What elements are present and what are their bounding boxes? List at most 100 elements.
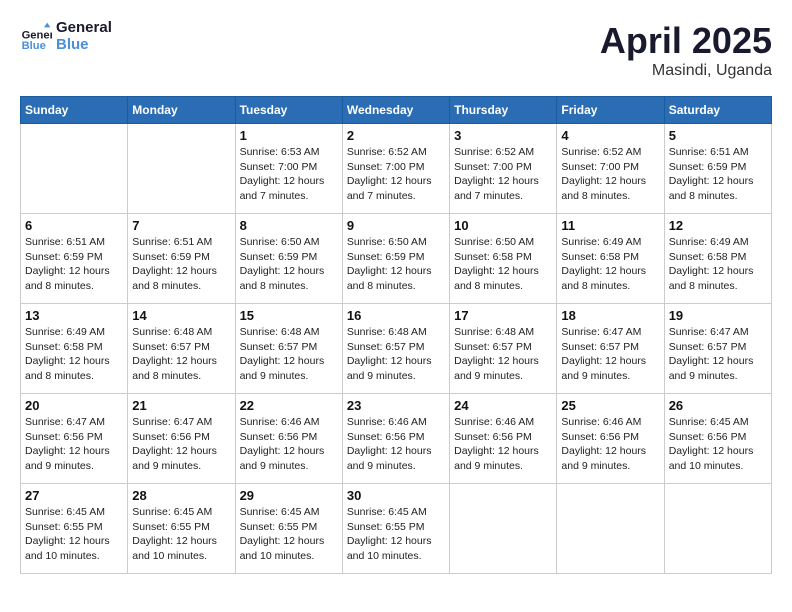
day-info: Sunrise: 6:48 AMSunset: 6:57 PMDaylight:… xyxy=(132,325,230,384)
weekday-header: Monday xyxy=(128,97,235,124)
calendar-cell xyxy=(664,484,771,574)
day-number: 6 xyxy=(25,218,123,233)
day-number: 24 xyxy=(454,398,552,413)
day-number: 2 xyxy=(347,128,445,143)
day-info: Sunrise: 6:46 AMSunset: 6:56 PMDaylight:… xyxy=(240,415,338,474)
day-info: Sunrise: 6:47 AMSunset: 6:56 PMDaylight:… xyxy=(132,415,230,474)
location: Masindi, Uganda xyxy=(600,62,772,80)
day-number: 30 xyxy=(347,488,445,503)
calendar-cell xyxy=(557,484,664,574)
week-row: 27 Sunrise: 6:45 AMSunset: 6:55 PMDayligh… xyxy=(21,484,772,574)
calendar-header: SundayMondayTuesdayWednesdayThursdayFrid… xyxy=(21,97,772,124)
title-block: April 2025 Masindi, Uganda xyxy=(600,20,772,80)
day-info: Sunrise: 6:47 AMSunset: 6:57 PMDaylight:… xyxy=(669,325,767,384)
day-number: 17 xyxy=(454,308,552,323)
day-info: Sunrise: 6:45 AMSunset: 6:55 PMDaylight:… xyxy=(132,505,230,564)
calendar-cell: 9 Sunrise: 6:50 AMSunset: 6:59 PMDaylight… xyxy=(342,214,449,304)
logo: General Blue General Blue xyxy=(20,20,112,53)
calendar-cell: 22Sunrise: 6:46 AMSunset: 6:56 PMDayligh… xyxy=(235,394,342,484)
calendar-cell: 15 Sunrise: 6:48 AMSunset: 6:57 PMDayligh… xyxy=(235,304,342,394)
calendar-cell: 18 Sunrise: 6:47 AMSunset: 6:57 PMDayligh… xyxy=(557,304,664,394)
day-info: Sunrise: 6:51 AMSunset: 6:59 PMDaylight:… xyxy=(669,145,767,204)
logo-blue: Blue xyxy=(56,37,112,54)
day-number: 10 xyxy=(454,218,552,233)
calendar-cell: 28 Sunrise: 6:45 AMSunset: 6:55 PMDayligh… xyxy=(128,484,235,574)
day-number: 13 xyxy=(25,308,123,323)
calendar-cell: 4 Sunrise: 6:52 AMSunset: 7:00 PMDaylight… xyxy=(557,124,664,214)
logo-general: General xyxy=(56,20,112,37)
day-number: 4 xyxy=(561,128,659,143)
calendar-cell: 21 Sunrise: 6:47 AMSunset: 6:56 PMDayligh… xyxy=(128,394,235,484)
day-info: Sunrise: 6:50 AMSunset: 6:59 PMDaylight:… xyxy=(347,235,445,294)
day-number: 9 xyxy=(347,218,445,233)
day-number: 21 xyxy=(132,398,230,413)
day-number: 19 xyxy=(669,308,767,323)
day-number: 25 xyxy=(561,398,659,413)
day-number: 26 xyxy=(669,398,767,413)
calendar-cell: 1 Sunrise: 6:53 AMSunset: 7:00 PMDaylight… xyxy=(235,124,342,214)
calendar-cell: 2 Sunrise: 6:52 AMSunset: 7:00 PMDaylight… xyxy=(342,124,449,214)
calendar-cell: 19 Sunrise: 6:47 AMSunset: 6:57 PMDayligh… xyxy=(664,304,771,394)
day-number: 11 xyxy=(561,218,659,233)
weekday-header: Friday xyxy=(557,97,664,124)
day-info: Sunrise: 6:48 AMSunset: 6:57 PMDaylight:… xyxy=(347,325,445,384)
day-number: 1 xyxy=(240,128,338,143)
day-info: Sunrise: 6:49 AMSunset: 6:58 PMDaylight:… xyxy=(669,235,767,294)
day-number: 27 xyxy=(25,488,123,503)
week-row: 1 Sunrise: 6:53 AMSunset: 7:00 PMDaylight… xyxy=(21,124,772,214)
day-info: Sunrise: 6:47 AMSunset: 6:56 PMDaylight:… xyxy=(25,415,123,474)
day-number: 29 xyxy=(240,488,338,503)
day-info: Sunrise: 6:47 AMSunset: 6:57 PMDaylight:… xyxy=(561,325,659,384)
calendar-cell: 7 Sunrise: 6:51 AMSunset: 6:59 PMDaylight… xyxy=(128,214,235,304)
calendar-cell: 30 Sunrise: 6:45 AMSunset: 6:55 PMDayligh… xyxy=(342,484,449,574)
day-number: 15 xyxy=(240,308,338,323)
day-info: Sunrise: 6:52 AMSunset: 7:00 PMDaylight:… xyxy=(561,145,659,204)
day-number: 8 xyxy=(240,218,338,233)
calendar-cell: 5 Sunrise: 6:51 AMSunset: 6:59 PMDaylight… xyxy=(664,124,771,214)
calendar-cell: 13 Sunrise: 6:49 AMSunset: 6:58 PMDayligh… xyxy=(21,304,128,394)
day-info: Sunrise: 6:49 AMSunset: 6:58 PMDaylight:… xyxy=(25,325,123,384)
day-number: 23 xyxy=(347,398,445,413)
day-info: Sunrise: 6:48 AMSunset: 6:57 PMDaylight:… xyxy=(240,325,338,384)
day-number: 5 xyxy=(669,128,767,143)
day-number: 14 xyxy=(132,308,230,323)
calendar-cell: 14 Sunrise: 6:48 AMSunset: 6:57 PMDayligh… xyxy=(128,304,235,394)
day-info: Sunrise: 6:52 AMSunset: 7:00 PMDaylight:… xyxy=(347,145,445,204)
day-info: Sunrise: 6:45 AMSunset: 6:55 PMDaylight:… xyxy=(347,505,445,564)
calendar-cell: 6 Sunrise: 6:51 AMSunset: 6:59 PMDaylight… xyxy=(21,214,128,304)
calendar-cell: 29 Sunrise: 6:45 AMSunset: 6:55 PMDayligh… xyxy=(235,484,342,574)
day-number: 7 xyxy=(132,218,230,233)
week-row: 13 Sunrise: 6:49 AMSunset: 6:58 PMDayligh… xyxy=(21,304,772,394)
day-info: Sunrise: 6:50 AMSunset: 6:59 PMDaylight:… xyxy=(240,235,338,294)
day-info: Sunrise: 6:45 AMSunset: 6:56 PMDaylight:… xyxy=(669,415,767,474)
day-number: 28 xyxy=(132,488,230,503)
day-number: 20 xyxy=(25,398,123,413)
day-info: Sunrise: 6:53 AMSunset: 7:00 PMDaylight:… xyxy=(240,145,338,204)
week-row: 6 Sunrise: 6:51 AMSunset: 6:59 PMDaylight… xyxy=(21,214,772,304)
calendar-cell: 11 Sunrise: 6:49 AMSunset: 6:58 PMDayligh… xyxy=(557,214,664,304)
day-info: Sunrise: 6:51 AMSunset: 6:59 PMDaylight:… xyxy=(25,235,123,294)
day-number: 12 xyxy=(669,218,767,233)
day-number: 3 xyxy=(454,128,552,143)
calendar-cell xyxy=(128,124,235,214)
day-info: Sunrise: 6:46 AMSunset: 6:56 PMDaylight:… xyxy=(347,415,445,474)
weekday-header: Sunday xyxy=(21,97,128,124)
month-title: April 2025 xyxy=(600,20,772,62)
day-info: Sunrise: 6:45 AMSunset: 6:55 PMDaylight:… xyxy=(240,505,338,564)
calendar-cell: 3Sunrise: 6:52 AMSunset: 7:00 PMDaylight… xyxy=(450,124,557,214)
week-row: 20 Sunrise: 6:47 AMSunset: 6:56 PMDayligh… xyxy=(21,394,772,484)
calendar-cell: 10 Sunrise: 6:50 AMSunset: 6:58 PMDayligh… xyxy=(450,214,557,304)
day-info: Sunrise: 6:50 AMSunset: 6:58 PMDaylight:… xyxy=(454,235,552,294)
calendar-cell: 23 Sunrise: 6:46 AMSunset: 6:56 PMDayligh… xyxy=(342,394,449,484)
day-info: Sunrise: 6:46 AMSunset: 6:56 PMDaylight:… xyxy=(561,415,659,474)
calendar-cell: 16Sunrise: 6:48 AMSunset: 6:57 PMDayligh… xyxy=(342,304,449,394)
weekday-header: Wednesday xyxy=(342,97,449,124)
day-number: 18 xyxy=(561,308,659,323)
day-info: Sunrise: 6:49 AMSunset: 6:58 PMDaylight:… xyxy=(561,235,659,294)
calendar-cell xyxy=(450,484,557,574)
day-info: Sunrise: 6:45 AMSunset: 6:55 PMDaylight:… xyxy=(25,505,123,564)
calendar-cell: 17Sunrise: 6:48 AMSunset: 6:57 PMDayligh… xyxy=(450,304,557,394)
calendar-cell: 24Sunrise: 6:46 AMSunset: 6:56 PMDayligh… xyxy=(450,394,557,484)
day-info: Sunrise: 6:51 AMSunset: 6:59 PMDaylight:… xyxy=(132,235,230,294)
svg-text:Blue: Blue xyxy=(22,40,46,52)
